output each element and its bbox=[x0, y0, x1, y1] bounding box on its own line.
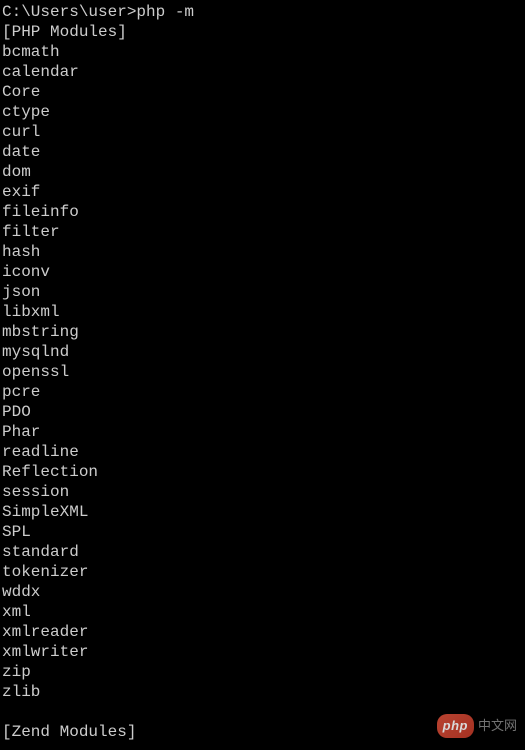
module-item: SPL bbox=[2, 522, 525, 542]
module-item: mysqlnd bbox=[2, 342, 525, 362]
module-item: Core bbox=[2, 82, 525, 102]
prompt-path: C:\Users\user> bbox=[2, 3, 136, 21]
module-item: PDO bbox=[2, 402, 525, 422]
watermark-logo: php bbox=[437, 714, 474, 738]
module-item: hash bbox=[2, 242, 525, 262]
module-item: zlib bbox=[2, 682, 525, 702]
prompt-line[interactable]: C:\Users\user>php -m bbox=[2, 2, 525, 22]
module-item: iconv bbox=[2, 262, 525, 282]
watermark-text: 中文网 bbox=[478, 716, 517, 736]
module-item: filter bbox=[2, 222, 525, 242]
section-header-php: [PHP Modules] bbox=[2, 22, 525, 42]
module-item: Phar bbox=[2, 422, 525, 442]
module-item: mbstring bbox=[2, 322, 525, 342]
module-item: json bbox=[2, 282, 525, 302]
watermark: php 中文网 bbox=[437, 714, 517, 738]
command-text: php -m bbox=[136, 3, 194, 21]
module-item: xmlreader bbox=[2, 622, 525, 642]
module-item: zip bbox=[2, 662, 525, 682]
module-item: pcre bbox=[2, 382, 525, 402]
module-item: wddx bbox=[2, 582, 525, 602]
module-item: Reflection bbox=[2, 462, 525, 482]
module-item: xmlwriter bbox=[2, 642, 525, 662]
module-item: standard bbox=[2, 542, 525, 562]
module-item: calendar bbox=[2, 62, 525, 82]
modules-list: bcmathcalendarCorectypecurldatedomexiffi… bbox=[2, 42, 525, 702]
module-item: ctype bbox=[2, 102, 525, 122]
module-item: fileinfo bbox=[2, 202, 525, 222]
terminal-output: C:\Users\user>php -m [PHP Modules] bcmat… bbox=[0, 0, 525, 742]
module-item: curl bbox=[2, 122, 525, 142]
module-item: session bbox=[2, 482, 525, 502]
module-item: SimpleXML bbox=[2, 502, 525, 522]
module-item: date bbox=[2, 142, 525, 162]
module-item: readline bbox=[2, 442, 525, 462]
module-item: xml bbox=[2, 602, 525, 622]
module-item: openssl bbox=[2, 362, 525, 382]
module-item: libxml bbox=[2, 302, 525, 322]
module-item: bcmath bbox=[2, 42, 525, 62]
module-item: dom bbox=[2, 162, 525, 182]
module-item: tokenizer bbox=[2, 562, 525, 582]
module-item: exif bbox=[2, 182, 525, 202]
